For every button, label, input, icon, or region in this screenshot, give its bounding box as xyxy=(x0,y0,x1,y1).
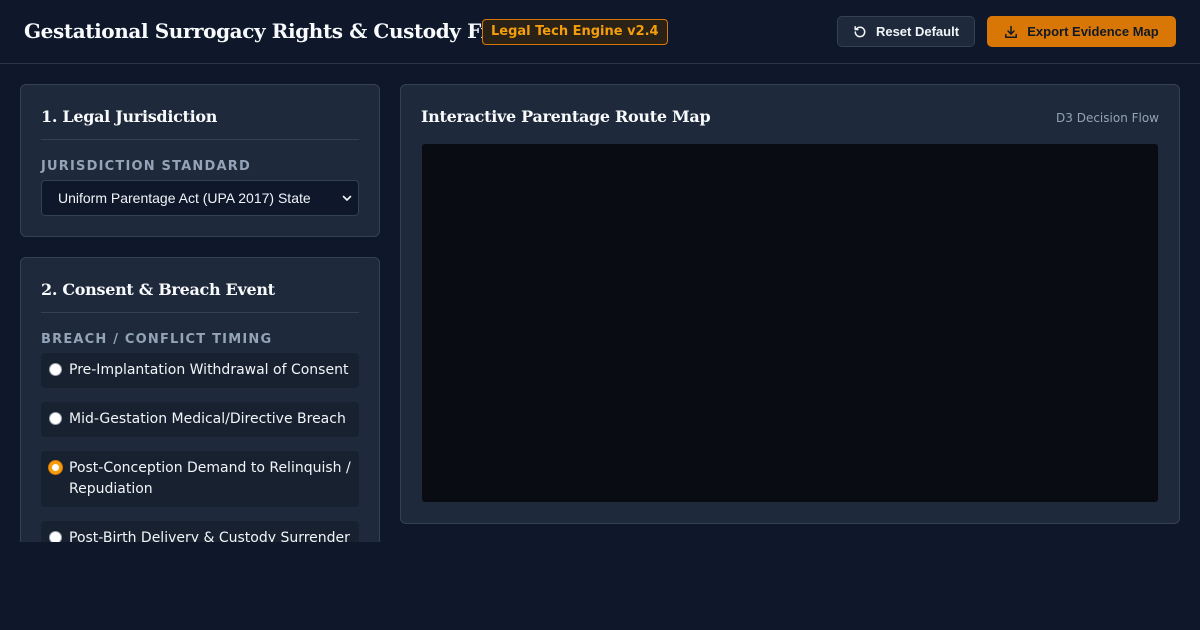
reset-icon xyxy=(854,25,866,37)
decision-flow-canvas[interactable] xyxy=(421,143,1159,503)
breach-timing-label: BREACH / CONFLICT TIMING xyxy=(41,332,273,347)
main-content: 1. Legal Jurisdiction JURISDICTION STAND… xyxy=(0,64,1200,542)
export-evidence-map-button[interactable]: Export Evidence Map xyxy=(987,16,1176,47)
export-evidence-map-label: Export Evidence Map xyxy=(1027,24,1159,39)
map-subtitle: D3 Decision Flow xyxy=(1056,111,1159,125)
breach-option-mid-gestation[interactable]: Mid-Gestation Medical/Directive Breach xyxy=(41,402,359,437)
map-panel-title: Interactive Parentage Route Map xyxy=(421,107,711,126)
consent-breach-panel: 2. Consent & Breach Event BREACH / CONFL… xyxy=(20,257,380,542)
radio-button[interactable] xyxy=(49,531,62,542)
radio-option-label: Pre-Implantation Withdrawal of Consent xyxy=(69,362,349,378)
parentage-route-map-panel: Interactive Parentage Route Map D3 Decis… xyxy=(400,84,1180,524)
radio-button[interactable] xyxy=(49,363,62,376)
reset-default-button[interactable]: Reset Default xyxy=(837,16,975,47)
radio-option-label: Post-Conception Demand to Relinquish / R… xyxy=(69,460,351,497)
consent-panel-title: 2. Consent & Breach Event xyxy=(41,280,275,299)
download-icon xyxy=(1005,25,1018,38)
divider xyxy=(41,139,359,140)
radio-option-label: Post-Birth Delivery & Custody Surrender xyxy=(69,530,350,542)
breach-timing-radio-group: Pre-Implantation Withdrawal of Consent M… xyxy=(41,353,359,542)
breach-option-pre-implantation[interactable]: Pre-Implantation Withdrawal of Consent xyxy=(41,353,359,388)
jurisdiction-panel-title: 1. Legal Jurisdiction xyxy=(41,107,218,126)
jurisdiction-standard-label: JURISDICTION STANDARD xyxy=(41,159,251,174)
app-header: Gestational Surrogacy Rights & Custody F… xyxy=(0,0,1200,64)
version-badge: Legal Tech Engine v2.4 xyxy=(482,19,668,45)
divider xyxy=(41,312,359,313)
chevron-down-icon xyxy=(342,195,352,201)
radio-option-label: Mid-Gestation Medical/Directive Breach xyxy=(69,411,346,427)
breach-option-post-birth[interactable]: Post-Birth Delivery & Custody Surrender xyxy=(41,521,359,542)
jurisdiction-selected-value: Uniform Parentage Act (UPA 2017) State xyxy=(58,190,311,206)
jurisdiction-panel: 1. Legal Jurisdiction JURISDICTION STAND… xyxy=(20,84,380,237)
reset-default-label: Reset Default xyxy=(875,24,960,39)
radio-button[interactable] xyxy=(49,412,62,425)
jurisdiction-standard-select[interactable]: Uniform Parentage Act (UPA 2017) State xyxy=(41,180,359,216)
breach-option-post-conception[interactable]: Post-Conception Demand to Relinquish / R… xyxy=(41,451,359,507)
radio-button-selected[interactable] xyxy=(49,461,62,474)
